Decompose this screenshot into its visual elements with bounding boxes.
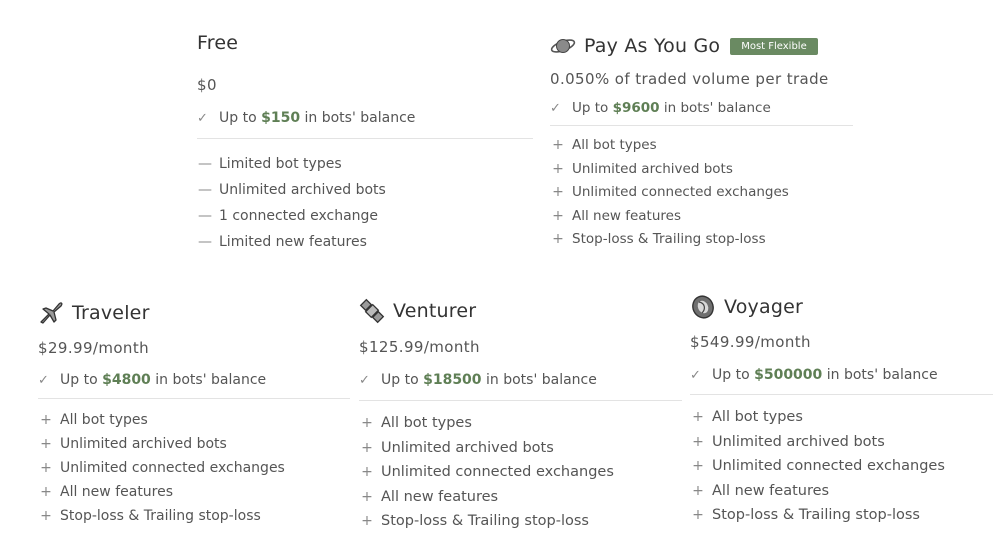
list-item: + All bot types: [359, 411, 682, 436]
plus-icon: +: [692, 433, 704, 450]
balance-line: ✓ Up to $150 in bots' balance: [197, 110, 416, 126]
list-item: + All new features: [690, 479, 993, 504]
plus-icon: +: [552, 184, 564, 200]
list-item: + All bot types: [690, 405, 993, 430]
plan-pay-as-you-go: Pay As You Go Most Flexible 0.050% of tr…: [550, 33, 853, 252]
plus-icon: +: [40, 460, 52, 476]
plus-icon: +: [552, 137, 564, 153]
plus-icon: +: [361, 513, 373, 529]
divider: [197, 138, 533, 139]
plan-name: Traveler: [72, 302, 150, 324]
plus-icon: +: [40, 484, 52, 500]
list-item: + Unlimited connected exchanges: [690, 454, 993, 479]
airplane-icon: [38, 300, 64, 326]
plus-icon: +: [361, 488, 373, 505]
satellite-icon: [359, 298, 385, 324]
list-item: + Unlimited archived bots: [690, 430, 993, 455]
list-item: + Stop-loss & Trailing stop-loss: [359, 509, 682, 534]
check-icon: ✓: [197, 110, 208, 126]
list-item: + Stop-loss & Trailing stop-loss: [38, 504, 350, 528]
balance-amount: $9600: [612, 100, 660, 116]
plan-name: Pay As You Go: [584, 35, 721, 57]
plan-price: $125.99/month: [359, 338, 480, 356]
balance-amount: $500000: [754, 367, 823, 383]
plus-icon: +: [552, 231, 564, 247]
list-item: + Unlimited connected exchanges: [550, 181, 853, 205]
feature-list: + All bot types + Unlimited archived bots …: [38, 408, 350, 528]
balance-amount: $4800: [102, 372, 151, 388]
list-item: + Unlimited archived bots: [359, 436, 682, 461]
balance-amount: $150: [261, 110, 301, 126]
list-item: — Limited new features: [197, 229, 533, 255]
plan-price: $0: [197, 76, 217, 94]
planet-icon: [550, 33, 576, 59]
check-icon: ✓: [359, 372, 370, 388]
feature-list: + All bot types + Unlimited archived bots …: [550, 134, 853, 252]
plus-icon: +: [40, 508, 52, 524]
feature-list: + All bot types + Unlimited archived bots …: [359, 411, 682, 534]
list-item: + Unlimited connected exchanges: [359, 460, 682, 485]
check-icon: ✓: [38, 372, 49, 388]
feature-list: + All bot types + Unlimited archived bots …: [690, 405, 993, 528]
plus-icon: +: [692, 507, 704, 523]
plan-traveler: Traveler $29.99/month ✓ Up to $4800 in b…: [38, 300, 350, 528]
list-item: + Unlimited archived bots: [550, 158, 853, 182]
plan-price: $549.99/month: [690, 333, 811, 351]
plan-name: Voyager: [724, 296, 803, 318]
list-item: + All new features: [550, 205, 853, 229]
list-item: + Stop-loss & Trailing stop-loss: [550, 228, 853, 252]
minus-icon: —: [198, 208, 212, 224]
list-item: — Limited bot types: [197, 151, 533, 177]
plan-name: Venturer: [393, 300, 477, 322]
balance-line: ✓ Up to $9600 in bots' balance: [550, 100, 771, 116]
list-item: + Stop-loss & Trailing stop-loss: [690, 503, 993, 528]
list-item: —1 connected exchange: [197, 203, 533, 229]
check-icon: ✓: [550, 100, 561, 116]
plan-price: 0.050% of traded volume per trade: [550, 70, 829, 88]
divider: [690, 394, 993, 395]
most-flexible-badge: Most Flexible: [730, 37, 818, 55]
feature-list: — Limited bot types — Unlimited archived b…: [197, 151, 533, 255]
list-item: + All bot types: [550, 134, 853, 158]
list-item: + Unlimited connected exchanges: [38, 456, 350, 480]
list-item: + Unlimited archived bots: [38, 432, 350, 456]
plus-icon: +: [692, 458, 704, 474]
plus-icon: +: [40, 436, 52, 452]
list-item: — Unlimited archived bots: [197, 177, 533, 203]
divider: [359, 400, 682, 401]
check-icon: ✓: [690, 367, 701, 383]
plus-icon: +: [40, 412, 52, 428]
list-item: + All new features: [38, 480, 350, 504]
divider: [550, 125, 853, 126]
plus-icon: +: [361, 439, 373, 456]
plus-icon: +: [552, 160, 564, 177]
plan-venturer: Venturer $125.99/month ✓ Up to $18500 in…: [359, 298, 682, 534]
list-item: + All bot types: [38, 408, 350, 432]
list-item: + All new features: [359, 485, 682, 510]
divider: [38, 398, 350, 399]
balance-amount: $18500: [423, 372, 482, 388]
plus-icon: +: [692, 482, 704, 499]
plus-icon: +: [361, 464, 373, 480]
minus-icon: —: [198, 234, 212, 250]
balance-line: ✓ Up to $500000 in bots' balance: [690, 367, 938, 383]
galaxy-icon: [690, 294, 716, 320]
minus-icon: —: [198, 182, 212, 198]
plus-icon: +: [552, 207, 564, 224]
balance-line: ✓ Up to $18500 in bots' balance: [359, 372, 597, 388]
minus-icon: —: [198, 156, 212, 172]
plus-icon: +: [361, 415, 373, 431]
plan-name: Free: [197, 32, 239, 54]
balance-line: ✓ Up to $4800 in bots' balance: [38, 372, 267, 388]
plus-icon: +: [692, 409, 704, 425]
plan-price: $29.99/month: [38, 339, 150, 357]
plan-voyager: Voyager $549.99/month ✓ Up to $500000 in…: [690, 294, 993, 528]
plan-free: Free $0 ✓ Up to $150 in bots' balance — L…: [197, 30, 533, 255]
